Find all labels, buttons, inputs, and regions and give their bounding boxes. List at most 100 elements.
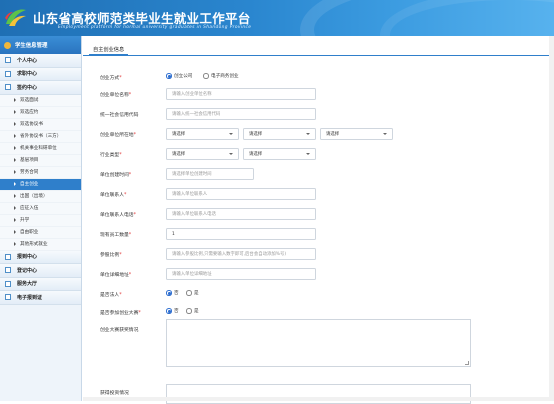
- arrow-right-icon: [14, 146, 16, 150]
- location-label: 创业单位所在地*: [100, 131, 136, 138]
- credit-code-input[interactable]: 请输入统一社会信用代码: [166, 108, 316, 120]
- sidebar-item[interactable]: 出国（出境）: [0, 190, 81, 203]
- chevron-down-icon: [306, 153, 310, 155]
- arrow-right-icon: [14, 170, 16, 174]
- staff-count-input[interactable]: 1: [166, 228, 316, 240]
- industry-label-text: 行业类型: [100, 153, 120, 158]
- section-label: 签约中心: [17, 84, 38, 91]
- sidebar-item-label: 劳务合同: [20, 170, 39, 175]
- address-label-text: 单位详细地址: [100, 273, 129, 278]
- form-row-regtime: 单位创建时间* 请选择单位创建时间: [83, 168, 554, 182]
- award-textarea[interactable]: [166, 319, 471, 367]
- form-row-ratio: 参股比例* 请输入参股比例,只需要输入数字即可,后台会自动添加%号): [83, 248, 554, 262]
- company-name-input[interactable]: 请输入创业单位名称: [166, 88, 316, 100]
- radio-legal-no[interactable]: 否: [166, 290, 179, 296]
- form-row-company: 创业单位名称* 请输入创业单位名称: [83, 88, 554, 102]
- resize-handle-icon[interactable]: [465, 361, 469, 365]
- sidebar-section-report[interactable]: 报到中心: [0, 250, 81, 264]
- sidebar-item-label: 自由职业: [20, 230, 39, 235]
- sidebar-item[interactable]: 省外协议书（三方）: [0, 130, 81, 143]
- radio-company[interactable]: 创立公司: [166, 73, 192, 79]
- sidebar-item[interactable]: 应征入伍: [0, 202, 81, 215]
- contest-label: 是否参加创业大赛*: [100, 309, 141, 316]
- radio-label: 否: [174, 309, 179, 314]
- city-select[interactable]: 请选择: [243, 128, 316, 140]
- legal-label-text: 是否法人: [100, 293, 120, 298]
- radio-label: 是: [194, 309, 199, 314]
- phone-label-text: 单位联系人电话: [100, 213, 134, 218]
- sidebar-section-jobs[interactable]: 求职中心: [0, 67, 81, 81]
- share-ratio-input[interactable]: 请输入参股比例,只需要输入数字即可,后台会自动添加%号): [166, 248, 316, 260]
- sidebar-header[interactable]: 学生信息管理: [0, 36, 81, 54]
- required-mark: *: [124, 193, 127, 198]
- arrow-right-icon: [14, 242, 16, 246]
- sidebar-section-personal[interactable]: 个人中心: [0, 54, 81, 68]
- sidebar-item-active[interactable]: 自主创业: [0, 178, 81, 191]
- credit-label: 统一社会信用代码: [100, 113, 139, 118]
- vertical-scrollbar[interactable]: [549, 36, 554, 401]
- radio-legal-yes[interactable]: 是: [186, 290, 199, 296]
- sidebar-item[interactable]: 升学: [0, 214, 81, 227]
- arrow-right-icon: [14, 122, 16, 126]
- arrow-right-icon: [14, 194, 16, 198]
- province-select[interactable]: 请选择: [166, 128, 239, 140]
- tab-bar: 自主创业信息: [83, 44, 554, 56]
- required-mark: *: [138, 311, 141, 316]
- radio-unchecked-icon: [186, 290, 192, 296]
- industry-select-1[interactable]: 请选择: [166, 148, 239, 160]
- radio-label: 创立公司: [174, 74, 193, 79]
- section-label: 电子报到证: [17, 294, 43, 301]
- ratio-label: 参股比例*: [100, 251, 122, 258]
- contact-input[interactable]: 请输入单位联系人: [166, 188, 316, 200]
- district-select[interactable]: 请选择: [320, 128, 393, 140]
- tab-entrepreneurship-info[interactable]: 自主创业信息: [89, 44, 129, 56]
- regtime-input[interactable]: 请选择单位创建时间: [166, 168, 254, 180]
- radio-ecommerce[interactable]: 电子商务创业: [203, 73, 239, 79]
- staff-label-text: 现有员工数量: [100, 233, 129, 238]
- header-banner: 山东省高校师范类毕业生就业工作平台 Employment platform fo…: [0, 0, 554, 36]
- sidebar-item-label: 省外协议书（三方）: [20, 134, 62, 139]
- form-row-contest: 是否参加创业大赛* 否 是: [83, 306, 554, 320]
- industry-select-2[interactable]: 请选择: [243, 148, 316, 160]
- user-info-icon: [4, 41, 11, 49]
- sidebar-item[interactable]: 双选面试: [0, 94, 81, 107]
- required-mark: *: [128, 233, 132, 238]
- arrow-right-icon: [14, 218, 16, 222]
- required-mark: *: [119, 153, 122, 158]
- required-mark: *: [119, 293, 122, 298]
- sidebar-section-service[interactable]: 服务大厅: [0, 277, 81, 291]
- sidebar-section-ereport[interactable]: 电子报到证: [0, 291, 81, 305]
- arrow-right-icon: [14, 206, 16, 210]
- phone-input[interactable]: 请输入单位联系人电话: [166, 208, 316, 220]
- mode-label-text: 创业方式: [100, 76, 120, 81]
- address-input[interactable]: 请输入单位详细地址: [166, 268, 316, 280]
- section-icon: [5, 253, 11, 260]
- sidebar-item[interactable]: 其他形式就业: [0, 238, 81, 251]
- radio-contest-no[interactable]: 否: [166, 308, 179, 314]
- form-row-staff: 现有员工数量* 1: [83, 228, 554, 242]
- platform-subtitle: Employment platform for normal universit…: [58, 25, 252, 30]
- sidebar-item[interactable]: 双选应约: [0, 106, 81, 119]
- chevron-down-icon: [306, 133, 310, 135]
- section-icon: [5, 267, 11, 274]
- sidebar-section-contract[interactable]: 签约中心: [0, 81, 81, 95]
- ratio-label-text: 参股比例: [100, 253, 120, 258]
- sidebar-item[interactable]: 机关事业科研单位: [0, 142, 81, 155]
- sidebar-item[interactable]: 自由职业: [0, 226, 81, 239]
- sidebar-item-label: 基层项目: [20, 158, 39, 163]
- arrow-right-icon: [14, 182, 16, 186]
- section-label: 求职中心: [17, 71, 38, 78]
- sidebar-item[interactable]: 双选协议书: [0, 118, 81, 131]
- sidebar-item-label: 双选面试: [20, 98, 39, 103]
- invest-label: 获得投资情况: [100, 391, 129, 396]
- invest-textarea[interactable]: [166, 384, 471, 404]
- section-icon: [5, 280, 11, 287]
- sidebar-item[interactable]: 劳务合同: [0, 166, 81, 179]
- horizontal-scrollbar[interactable]: [83, 397, 549, 401]
- company-label: 创业单位名称*: [100, 91, 131, 98]
- chevron-down-icon: [229, 133, 233, 135]
- sidebar-item[interactable]: 基层项目: [0, 154, 81, 167]
- sidebar-item-label: 机关事业科研单位: [20, 146, 57, 151]
- radio-contest-yes[interactable]: 是: [186, 308, 199, 314]
- sidebar-section-register[interactable]: 登记中心: [0, 264, 81, 278]
